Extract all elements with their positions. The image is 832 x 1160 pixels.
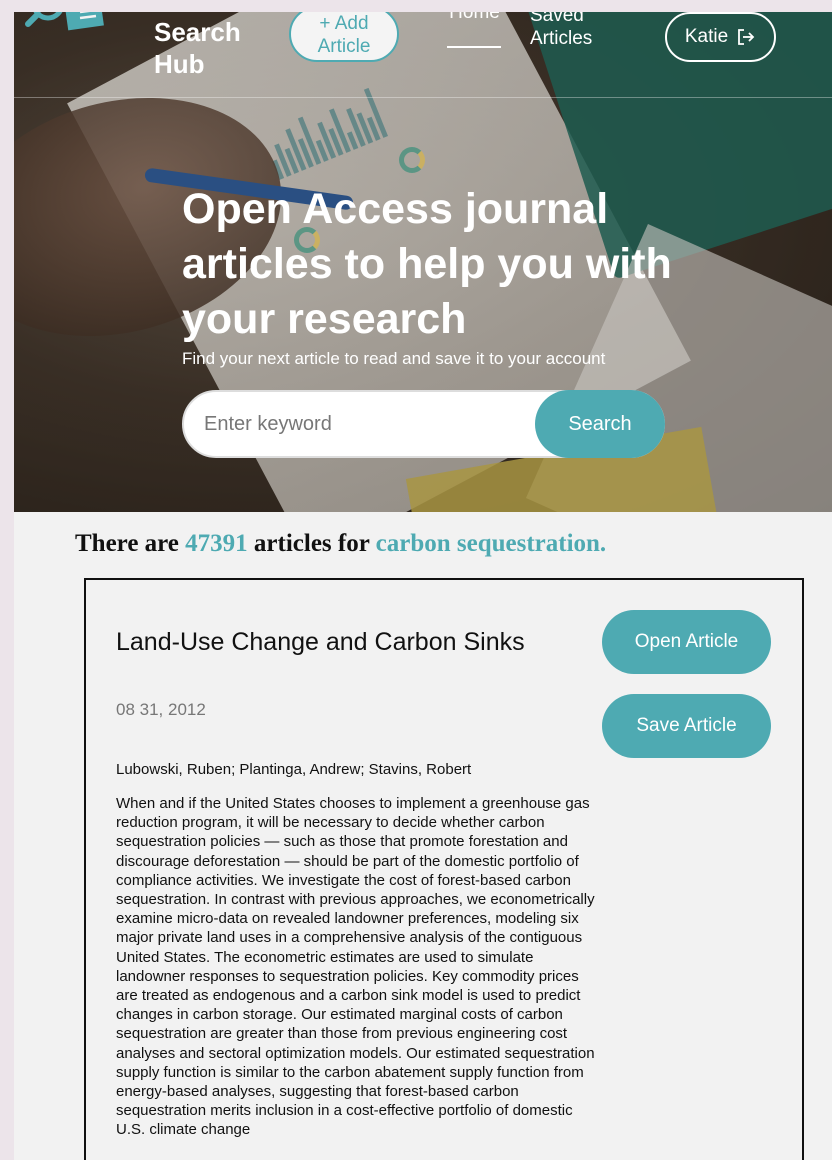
search-button[interactable]: Search: [535, 390, 665, 458]
add-article-button[interactable]: + Add Article: [289, 12, 399, 62]
results-query: carbon sequestration.: [375, 530, 607, 557]
nav-active-underline: [447, 46, 501, 48]
hero-banner: Search Hub + Add Article Home Saved Arti…: [14, 12, 832, 512]
hero-subline: Find your next article to read and save …: [182, 349, 606, 368]
results-summary: There are 47391 articles for carbon sequ…: [75, 530, 606, 558]
user-logout-button[interactable]: Katie: [665, 12, 776, 62]
magnifier-logo-icon[interactable]: [22, 12, 104, 48]
results-count: 47391: [185, 530, 248, 557]
brand-name[interactable]: Search Hub: [154, 16, 274, 80]
results-prefix: There are: [75, 530, 179, 557]
article-authors: Lubowski, Ruben; Plantinga, Andrew; Stav…: [116, 761, 472, 778]
open-article-button[interactable]: Open Article: [602, 610, 771, 674]
top-nav: Search Hub + Add Article Home Saved Arti…: [14, 12, 832, 98]
article-title: Land-Use Change and Carbon Sinks: [116, 628, 525, 656]
article-abstract: When and if the United States chooses to…: [116, 795, 595, 1139]
page: Search Hub + Add Article Home Saved Arti…: [14, 12, 832, 1160]
user-name: Katie: [684, 26, 729, 47]
nav-saved-articles-link[interactable]: Saved Articles: [530, 12, 620, 50]
nav-home-link[interactable]: Home: [447, 12, 502, 24]
save-article-button[interactable]: Save Article: [602, 694, 771, 758]
logout-icon: [738, 29, 755, 45]
article-date: 08 31, 2012: [116, 700, 206, 719]
results-middle: articles for: [253, 530, 370, 557]
article-card: Land-Use Change and Carbon Sinks 08 31, …: [84, 578, 804, 1160]
hero-image-donut: [399, 147, 425, 173]
hero-headline: Open Access journal articles to help you…: [182, 185, 672, 343]
